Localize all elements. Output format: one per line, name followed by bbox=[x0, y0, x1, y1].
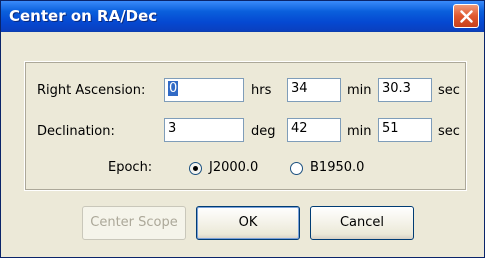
close-button[interactable] bbox=[453, 4, 479, 28]
epoch-label: Epoch: bbox=[108, 160, 153, 175]
dec-minutes-field[interactable]: 42 bbox=[287, 118, 341, 142]
ra-label: Right Ascension: bbox=[37, 83, 146, 98]
cancel-button[interactable]: Cancel bbox=[310, 206, 414, 240]
dec-degrees-field[interactable]: 3 bbox=[164, 118, 244, 142]
ok-button[interactable]: OK bbox=[196, 206, 300, 240]
ra-hours-value: 0 bbox=[168, 81, 179, 96]
center-scope-button[interactable]: Center Scope bbox=[82, 206, 186, 240]
epoch-b1950-label[interactable]: B1950.0 bbox=[310, 160, 364, 175]
dec-degrees-unit: deg bbox=[251, 124, 276, 139]
title-bar[interactable]: Center on RA/Dec bbox=[1, 1, 484, 32]
epoch-j2000-label[interactable]: J2000.0 bbox=[209, 160, 258, 175]
ra-minutes-field[interactable]: 34 bbox=[287, 78, 341, 102]
window-title: Center on RA/Dec bbox=[9, 7, 158, 25]
dec-minutes-unit: min bbox=[347, 124, 372, 139]
ra-hours-field[interactable]: 0 bbox=[164, 78, 244, 102]
ra-seconds-field[interactable]: 30.3 bbox=[378, 78, 432, 102]
dec-seconds-unit: sec bbox=[438, 124, 460, 139]
ra-minutes-unit: min bbox=[347, 83, 372, 98]
center-on-radec-dialog: Center on RA/Dec Right Ascension: 0 hrs … bbox=[0, 0, 485, 258]
dec-label: Declination: bbox=[37, 124, 115, 139]
ra-seconds-unit: sec bbox=[438, 83, 460, 98]
ra-hours-unit: hrs bbox=[251, 83, 272, 98]
epoch-b1950-radio[interactable] bbox=[290, 162, 303, 175]
epoch-j2000-radio[interactable] bbox=[189, 162, 202, 175]
dec-seconds-field[interactable]: 51 bbox=[378, 118, 432, 142]
